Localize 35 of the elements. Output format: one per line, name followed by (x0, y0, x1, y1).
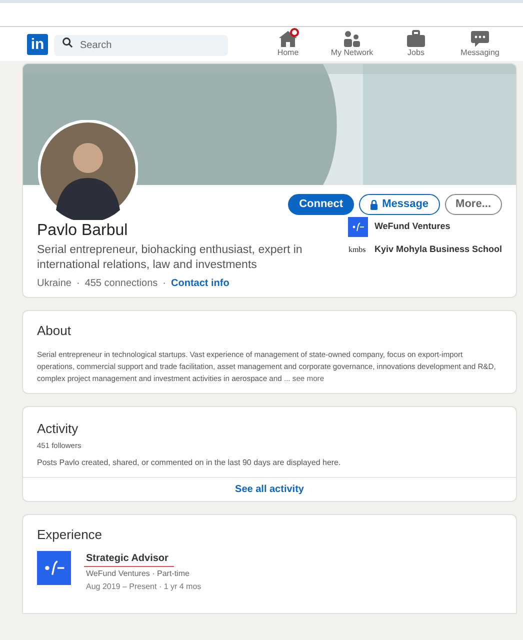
section-title: Experience (37, 526, 104, 544)
search-icon (62, 37, 73, 48)
section-title: Activity (37, 420, 80, 438)
location: Ukraine (37, 277, 72, 291)
company-line: WeFund Ventures · Part-time (86, 568, 190, 580)
chat-bubble-icon (470, 30, 490, 48)
nav-item[interactable]: Jobs (388, 30, 444, 58)
people-icon (342, 30, 362, 48)
job-title: Strategic Advisor (86, 552, 168, 566)
connections-count: 455 connections (84, 277, 158, 291)
action-button[interactable]: Message (359, 194, 440, 215)
section-title: About (37, 322, 72, 340)
org-name[interactable]: Kyiv Mohyla Business School (374, 243, 502, 256)
see-all-activity-link[interactable]: See all activity (235, 482, 304, 498)
school-logo: kmbs (348, 244, 367, 255)
contact-info-link[interactable]: Contact info (171, 276, 230, 291)
date-range: Aug 2019 – Present · 1 yr 4 mos (86, 581, 202, 594)
nav-item[interactable]: Home (260, 30, 316, 58)
lock-icon (370, 200, 378, 210)
org-name[interactable]: WeFund Ventures (374, 220, 450, 234)
dot-separator: · (162, 277, 166, 291)
dot-separator: · (76, 277, 80, 291)
logo[interactable]: in (27, 34, 48, 54)
nav-item[interactable]: My Network (324, 30, 380, 58)
briefcase-icon (406, 30, 426, 48)
search-field[interactable]: Search (54, 35, 228, 56)
profile-name: Pavlo Barbul (37, 221, 129, 241)
house-icon (278, 30, 298, 48)
action-button[interactable]: Connect (288, 194, 354, 215)
headline: Serial entrepreneur, biohacking enthusiast, expert in international relations, law and investments (37, 243, 304, 273)
action-button[interactable]: More... (444, 194, 502, 215)
nav-item[interactable]: Messaging (452, 30, 508, 58)
company-logo-icon (37, 550, 71, 585)
company-logo-icon (348, 217, 368, 237)
activity-text: Posts Pavlo created, shared, or commented on in the last 90 days are displayed here. (37, 457, 342, 470)
